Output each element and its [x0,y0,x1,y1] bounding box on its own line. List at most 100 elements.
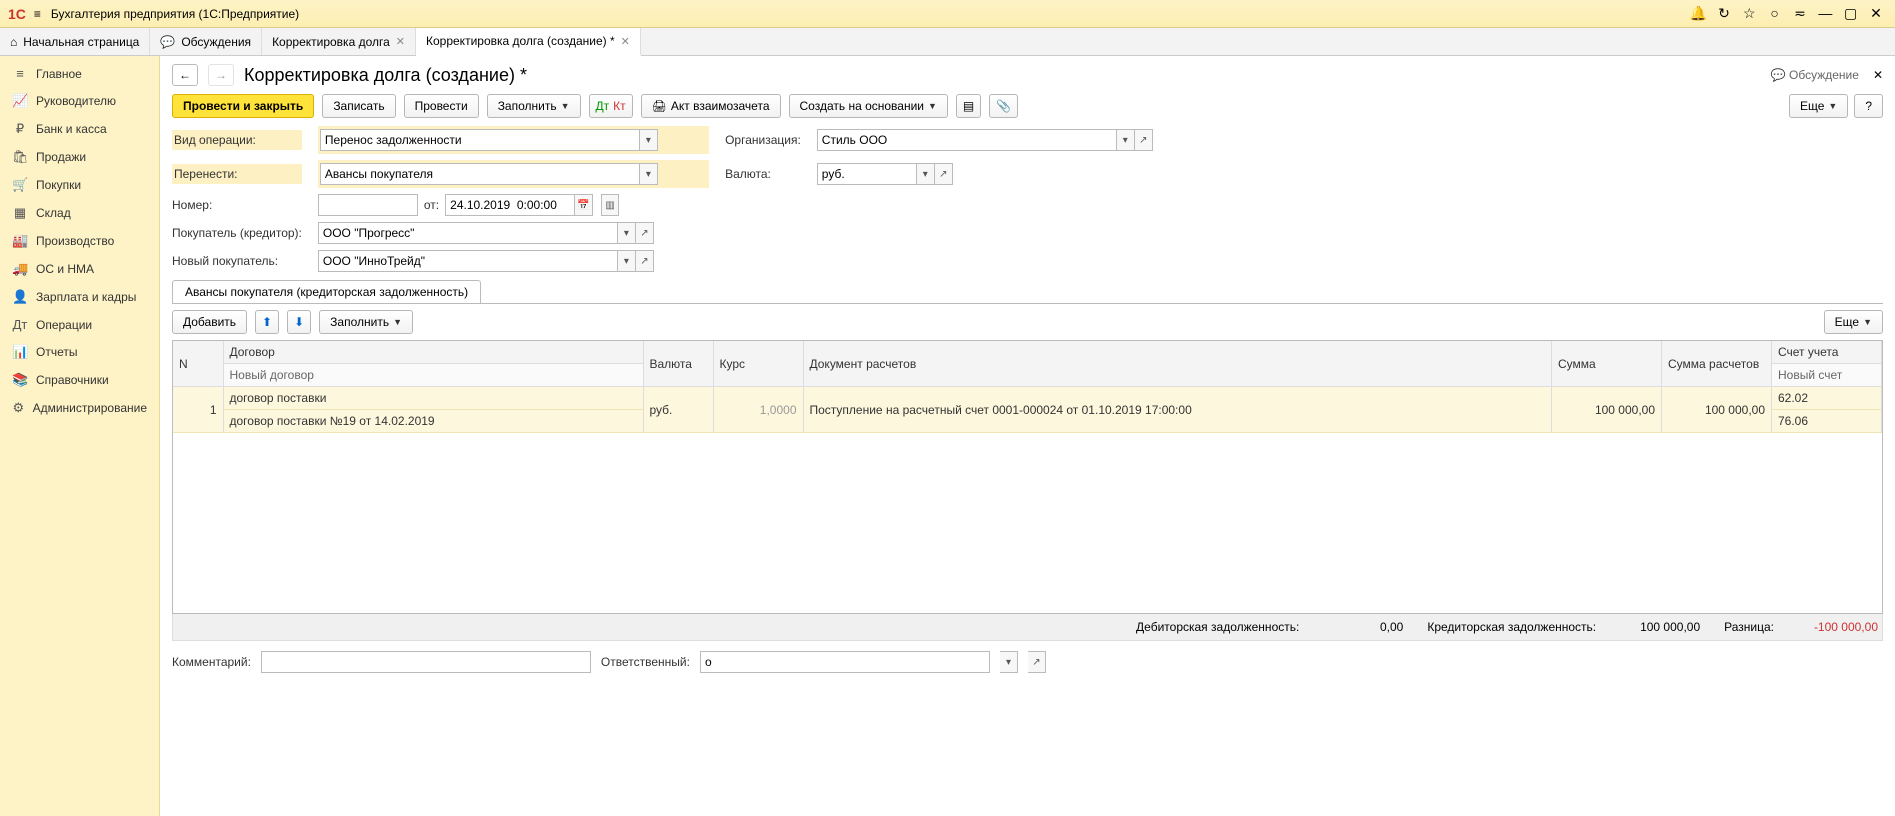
col-newcontract[interactable]: Новый договор [223,364,643,387]
tab-advances[interactable]: Авансы покупателя (кредиторская задолжен… [172,280,481,303]
open-icon[interactable]: ↗ [1135,129,1153,151]
discuss-icon[interactable]: 💬 Обсуждение [1771,68,1859,82]
add-row-button[interactable]: Добавить [172,310,247,334]
sidebar-item-11[interactable]: 📚Справочники [0,366,159,394]
sidebar-item-1[interactable]: 📈Руководителю [0,87,159,115]
forward-button[interactable]: → [208,64,234,86]
cell-doc[interactable]: Поступление на расчетный счет 0001-00002… [803,387,1552,433]
more-button[interactable]: Еще▼ [1789,94,1848,118]
date-field[interactable] [445,194,575,216]
save-button[interactable]: Записать [322,94,395,118]
chevron-down-icon[interactable]: ▾ [640,163,658,185]
sidebar-item-6[interactable]: 🏭Производство [0,227,159,255]
post-close-button[interactable]: Провести и закрыть [172,94,314,118]
move-down-button[interactable]: ⬇ [287,310,311,334]
help-button[interactable]: ? [1854,94,1883,118]
post-button[interactable]: Провести [404,94,479,118]
fill-button[interactable]: Заполнить▼ [487,94,581,118]
number-field[interactable] [318,194,418,216]
open-icon[interactable]: ↗ [1028,651,1046,673]
sidebar-item-4[interactable]: 🛒Покупки [0,171,159,199]
newbuyer-field[interactable] [318,250,618,272]
col-sum[interactable]: Сумма [1552,341,1662,387]
close-page-button[interactable]: ✕ [1873,68,1883,82]
cell-contract[interactable]: договор поставки [223,387,643,410]
open-icon[interactable]: ↗ [636,250,654,272]
sidebar-item-0[interactable]: ≡Главное [0,60,159,87]
attach-button[interactable]: 📎 [989,94,1018,118]
sidebar-item-10[interactable]: 📊Отчеты [0,338,159,366]
close-button[interactable]: ✕ [1865,5,1887,22]
menu-icon[interactable]: ≡ [34,7,41,21]
sidebar-item-8[interactable]: 👤Зарплата и кадры [0,283,159,311]
back-button[interactable]: ← [172,64,198,86]
sidebar-icon: 📊 [12,344,28,360]
sidebar-item-5[interactable]: ▦Склад [0,199,159,227]
cell-cur[interactable]: руб. [643,387,713,433]
chevron-down-icon[interactable]: ▾ [640,129,658,151]
sidebar-item-7[interactable]: 🚚ОС и НМА [0,255,159,283]
col-newacc[interactable]: Новый счет [1772,364,1882,387]
col-sum2[interactable]: Сумма расчетов [1662,341,1772,387]
newbuyer-label: Новый покупатель: [172,252,302,270]
cell-newcontract[interactable]: договор поставки №19 от 14.02.2019 [223,410,643,433]
dtkt-button[interactable]: ДтКт [589,94,633,118]
close-icon[interactable]: ✕ [621,35,630,48]
open-icon[interactable]: ↗ [636,222,654,244]
transfer-field[interactable] [320,163,640,185]
sidebar-item-3[interactable]: 🛍Продажи [0,143,159,171]
filter-icon[interactable]: ≂ [1789,5,1811,22]
tab-doc1[interactable]: Корректировка долга ✕ [262,28,416,55]
sidebar-item-12[interactable]: ⚙Администрирование [0,394,159,422]
calendar2-icon[interactable]: ▥ [601,194,619,216]
col-contract[interactable]: Договор [223,341,643,364]
chevron-down-icon[interactable]: ▾ [1117,129,1135,151]
col-cur[interactable]: Валюта [643,341,713,387]
col-rate[interactable]: Курс [713,341,803,387]
transfer-label: Перенести: [172,164,302,184]
create-based-button[interactable]: Создать на основании▼ [789,94,948,118]
chevron-down-icon[interactable]: ▾ [1000,651,1018,673]
cell-rate[interactable]: 1,0000 [713,387,803,433]
sidebar-item-2[interactable]: ₽Банк и касса [0,115,159,143]
cell-sum[interactable]: 100 000,00 [1552,387,1662,433]
grid-empty-area[interactable] [173,433,1882,613]
buyer-field[interactable] [318,222,618,244]
star-icon[interactable]: ☆ [1738,5,1760,22]
cell-newacc[interactable]: 76.06 [1772,410,1882,433]
tab-home[interactable]: ⌂ Начальная страница [0,28,150,55]
calendar-icon[interactable]: 📅 [575,194,593,216]
table-more-button[interactable]: Еще▼ [1824,310,1883,334]
chevron-down-icon[interactable]: ▾ [618,222,636,244]
table-row[interactable]: 1 договор поставки руб. 1,0000 Поступлен… [173,387,1882,410]
tab-discuss[interactable]: 💬 Обсуждения [150,28,262,55]
open-icon[interactable]: ↗ [935,163,953,185]
cell-sum2[interactable]: 100 000,00 [1662,387,1772,433]
org-field[interactable] [817,129,1117,151]
print-act-button[interactable]: 🖨Акт взаимозачета [641,94,781,118]
col-acc[interactable]: Счет учета [1772,341,1882,364]
minimize-button[interactable]: — [1814,5,1836,21]
op-type-field[interactable] [320,129,640,151]
col-n[interactable]: N [173,341,223,387]
cell-acc[interactable]: 62.02 [1772,387,1882,410]
chevron-down-icon[interactable]: ▾ [917,163,935,185]
col-doc[interactable]: Документ расчетов [803,341,1552,387]
maximize-button[interactable]: ▢ [1840,5,1862,22]
sidebar-item-label: Зарплата и кадры [36,290,136,304]
chevron-down-icon[interactable]: ▾ [618,250,636,272]
move-up-button[interactable]: ⬆ [255,310,279,334]
table-fill-button[interactable]: Заполнить▼ [319,310,413,334]
resp-field[interactable] [700,651,990,673]
cur-field[interactable] [817,163,917,185]
comment-field[interactable] [261,651,591,673]
close-icon[interactable]: ✕ [396,35,405,48]
sidebar-item-label: Продажи [36,150,86,164]
bell-icon[interactable]: 🔔 [1688,5,1710,22]
dot-icon[interactable]: ○ [1764,5,1786,21]
structure-button[interactable]: ▤ [956,94,981,118]
act-label: Акт взаимозачета [671,99,770,113]
history-icon[interactable]: ↻ [1713,5,1735,22]
tab-doc2[interactable]: Корректировка долга (создание) * ✕ [416,28,641,56]
sidebar-item-9[interactable]: ДтОперации [0,311,159,338]
